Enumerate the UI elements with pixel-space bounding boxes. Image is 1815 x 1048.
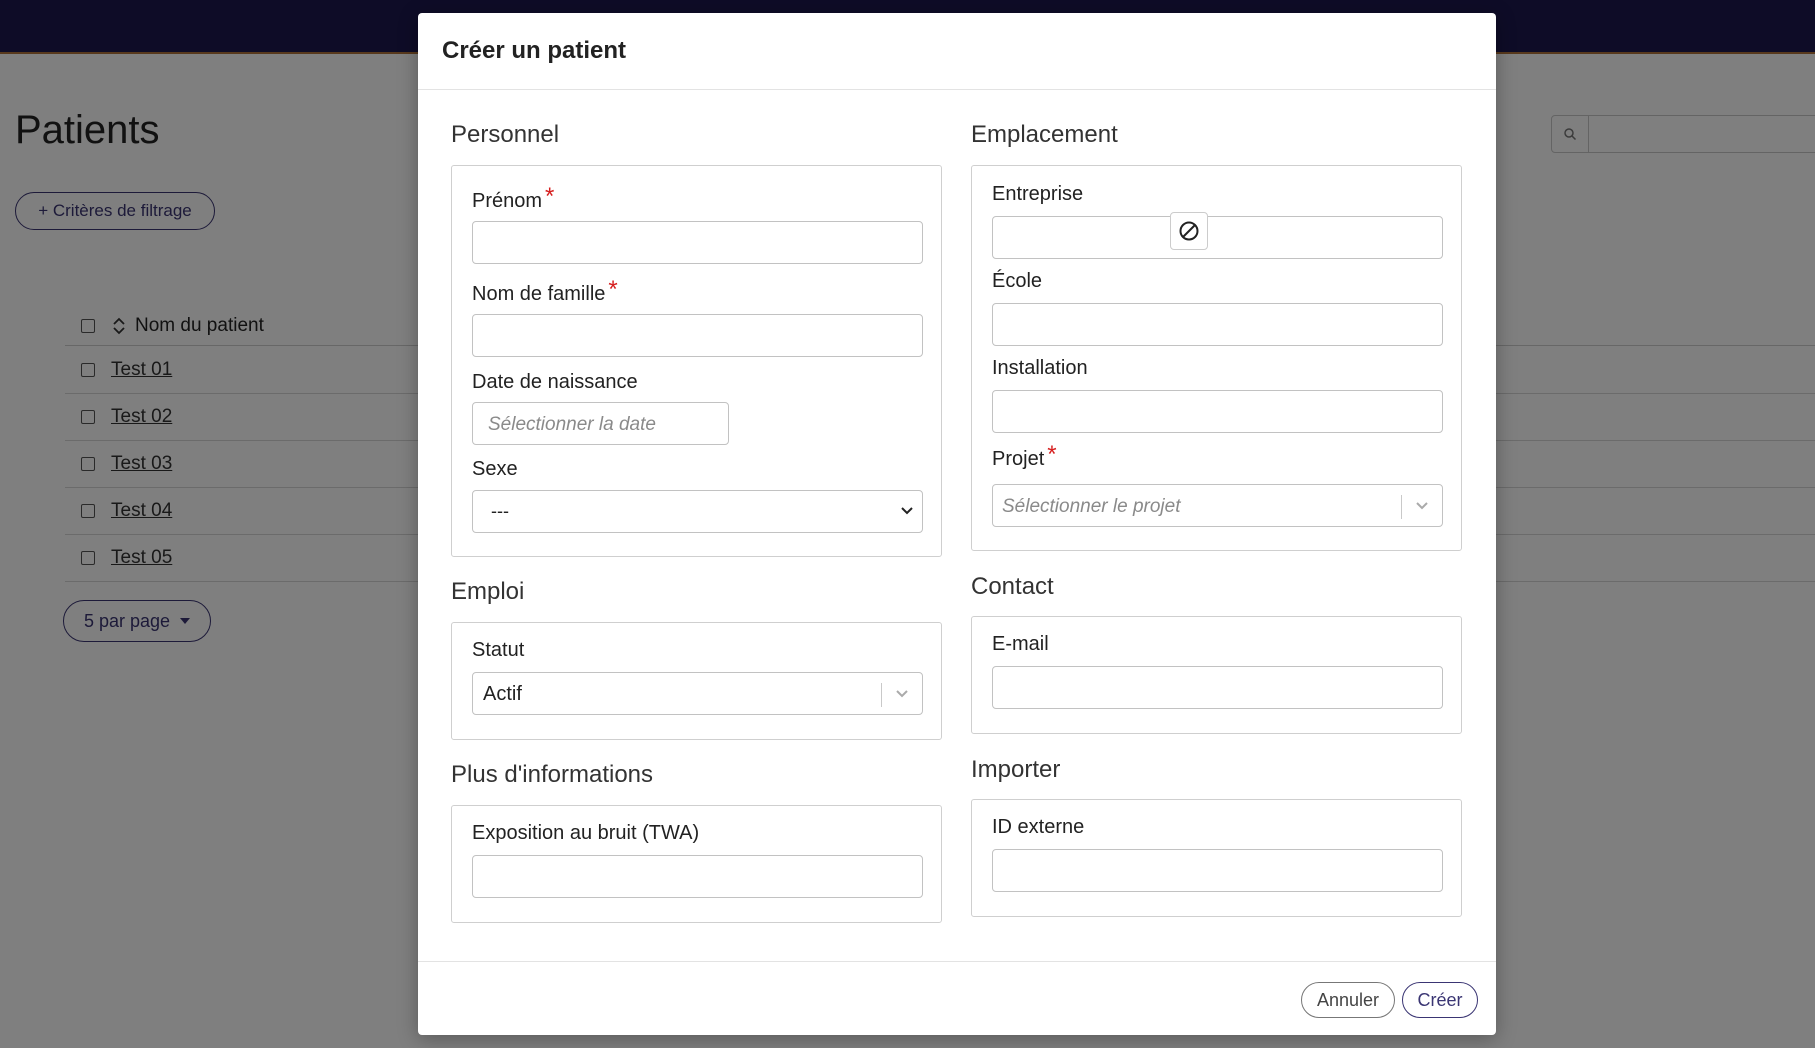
- clear-company-button[interactable]: [1170, 212, 1208, 250]
- birth-date-label: Date de naissance: [472, 371, 638, 393]
- chevron-down-icon: [901, 507, 913, 515]
- external-id-input[interactable]: [992, 849, 1443, 892]
- birth-date-input[interactable]: Sélectionner la date: [472, 402, 729, 445]
- noise-exposure-label: Exposition au bruit (TWA): [472, 822, 700, 844]
- modal-footer: Annuler Créer: [418, 961, 1496, 1035]
- sex-select-value: ---: [491, 501, 509, 521]
- email-input[interactable]: [992, 666, 1443, 709]
- chevron-down-icon: [1416, 502, 1428, 510]
- project-label: Projet *: [992, 441, 1057, 470]
- sex-label: Sexe: [472, 458, 518, 480]
- prohibited-icon: [1179, 221, 1199, 241]
- create-button[interactable]: Créer: [1402, 982, 1478, 1018]
- create-patient-modal: Créer un patient Personnel Prénom * Nom d…: [418, 13, 1496, 1035]
- section-title-importer: Importer: [971, 756, 1061, 783]
- section-title-plus-info: Plus d'informations: [451, 761, 654, 788]
- status-label: Statut: [472, 639, 525, 661]
- fieldset-emploi: Statut Actif: [451, 622, 942, 740]
- required-mark: *: [1047, 441, 1057, 468]
- sex-select[interactable]: ---: [472, 490, 923, 533]
- first-name-label: Prénom *: [472, 183, 555, 212]
- fieldset-contact: E-mail: [971, 616, 1462, 734]
- chevron-down-icon: [896, 690, 908, 698]
- fieldset-emplacement: Entreprise École Installation Projet * Sé…: [971, 165, 1462, 551]
- birth-date-placeholder: Sélectionner la date: [488, 414, 656, 435]
- select-separator: [881, 683, 882, 707]
- facility-label: Installation: [992, 357, 1088, 379]
- modal-header: Créer un patient: [418, 13, 1496, 90]
- company-input[interactable]: [992, 216, 1443, 259]
- required-mark: *: [545, 183, 555, 210]
- last-name-label: Nom de famille *: [472, 276, 618, 305]
- section-title-emploi: Emploi: [451, 578, 525, 605]
- status-value: Actif: [483, 683, 522, 705]
- section-title-personnel: Personnel: [451, 121, 560, 148]
- section-title-contact: Contact: [971, 573, 1054, 600]
- fieldset-plus-info: Exposition au bruit (TWA): [451, 805, 942, 923]
- school-label: École: [992, 270, 1043, 292]
- last-name-input[interactable]: [472, 314, 923, 357]
- select-separator: [1401, 495, 1402, 519]
- fieldset-personnel: Prénom * Nom de famille * Date de naissanc…: [451, 165, 942, 557]
- required-mark: *: [608, 276, 618, 303]
- fieldset-importer: ID externe: [971, 799, 1462, 917]
- cancel-button[interactable]: Annuler: [1301, 982, 1395, 1018]
- company-label: Entreprise: [992, 183, 1084, 205]
- project-placeholder: Sélectionner le projet: [1002, 496, 1181, 517]
- email-label: E-mail: [992, 633, 1049, 655]
- school-input[interactable]: [992, 303, 1443, 346]
- project-select[interactable]: Sélectionner le projet: [992, 484, 1443, 527]
- section-title-emplacement: Emplacement: [971, 121, 1118, 148]
- noise-exposure-input[interactable]: [472, 855, 923, 898]
- status-select[interactable]: Actif: [472, 672, 923, 715]
- facility-input[interactable]: [992, 390, 1443, 433]
- modal-title: Créer un patient: [442, 37, 627, 64]
- first-name-input[interactable]: [472, 221, 923, 264]
- external-id-label: ID externe: [992, 816, 1085, 838]
